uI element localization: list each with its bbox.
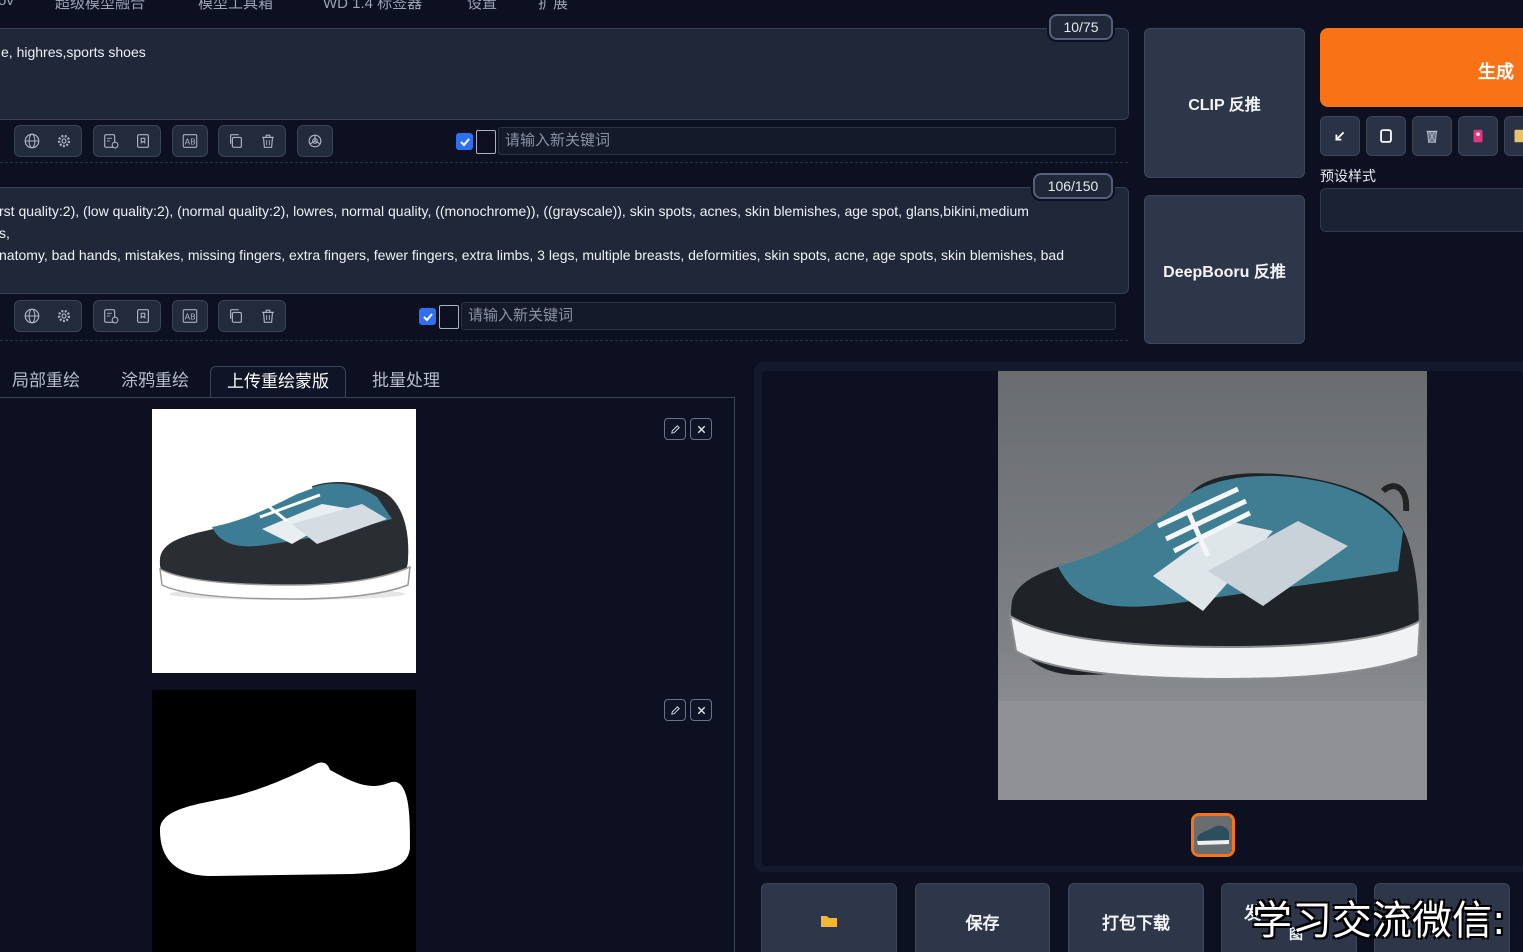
positive-prompt-toolbar: AB 请输入新关键词	[0, 125, 1128, 165]
prompt-divider	[0, 340, 1128, 341]
generated-image[interactable]	[998, 371, 1427, 800]
trash-can-icon[interactable]	[1412, 116, 1452, 156]
positive-token-counter: 10/75	[1049, 14, 1113, 40]
clipboard-icon[interactable]	[1504, 116, 1523, 156]
preset-style-dropdown[interactable]	[1320, 188, 1523, 232]
globe-gear-group	[14, 125, 82, 157]
ab-translate-icon[interactable]: AB	[172, 125, 208, 157]
positive-prompt-text: e, highres,sports shoes	[1, 44, 146, 60]
edit-pencil-icon[interactable]	[664, 699, 686, 721]
close-icon[interactable]	[690, 699, 712, 721]
negative-prompt-line: s,	[0, 225, 10, 241]
text-cursor-icon	[439, 305, 459, 329]
zip-download-button[interactable]: 打包下载	[1068, 883, 1204, 952]
preset-style-label: 预设样式	[1320, 168, 1376, 184]
trash-icon[interactable]	[252, 126, 284, 156]
svg-text:AB: AB	[185, 137, 196, 147]
tab-inpaint[interactable]: 局部重绘	[0, 366, 96, 398]
bookmark-icon[interactable]	[127, 126, 159, 156]
new-keyword-input[interactable]: 请输入新关键词	[498, 127, 1116, 155]
nav-tab-wd-tagger[interactable]: WD 1.4 标签器	[323, 0, 422, 13]
negative-prompt-input[interactable]: rst quality:2), (low quality:2), (normal…	[0, 187, 1129, 294]
watermark-text: 学习交流微信:	[1252, 898, 1506, 944]
generated-sneaker-image	[998, 371, 1427, 800]
square-icon[interactable]	[1366, 116, 1406, 156]
globe-gear-group	[14, 300, 82, 332]
negative-prompt-line: rst quality:2), (low quality:2), (normal…	[0, 203, 1029, 219]
prompt-divider	[0, 162, 1128, 163]
new-keyword-input[interactable]: 请输入新关键词	[461, 302, 1116, 330]
sneaker-image	[159, 482, 411, 600]
bookmark-icon[interactable]	[127, 301, 159, 331]
mask-image[interactable]	[152, 690, 416, 952]
top-nav: ov 超级模型融合 模型工具箱 WD 1.4 标签器 设置 扩展	[0, 0, 1523, 18]
nav-tab-supermerge[interactable]: 超级模型融合	[55, 0, 145, 13]
text-cursor-icon	[476, 130, 496, 154]
nav-tab-model-toolkit[interactable]: 模型工具箱	[198, 0, 273, 13]
close-icon[interactable]	[690, 418, 712, 440]
globe-icon[interactable]	[16, 126, 48, 156]
tab-inpaint-upload[interactable]: 上传重绘蒙版	[210, 366, 346, 398]
negative-token-counter: 106/150	[1033, 173, 1113, 199]
history-bookmark-group	[93, 300, 161, 332]
copy-trash-group	[218, 125, 286, 157]
list-clock-icon[interactable]	[95, 126, 127, 156]
open-folder-button[interactable]	[761, 883, 897, 952]
tab-inpaint-sketch[interactable]: 涂鸦重绘	[105, 366, 205, 398]
arrow-down-left-icon[interactable]	[1320, 116, 1360, 156]
keyword-checkbox[interactable]	[456, 133, 473, 150]
keyword-checkbox[interactable]	[419, 308, 436, 325]
style-card-icon[interactable]	[1458, 116, 1498, 156]
gallery-thumbnail[interactable]	[1191, 813, 1235, 857]
clip-interrogate-button[interactable]: CLIP 反推	[1144, 28, 1305, 178]
list-clock-icon[interactable]	[95, 301, 127, 331]
nav-tab[interactable]: ov	[0, 0, 14, 9]
generate-button[interactable]: 生成	[1320, 28, 1523, 107]
deepbooru-interrogate-button[interactable]: DeepBooru 反推	[1144, 195, 1305, 344]
copy-trash-group	[218, 300, 286, 332]
positive-prompt-input[interactable]: e, highres,sports shoes	[0, 28, 1129, 120]
tab-batch[interactable]: 批量处理	[356, 366, 456, 398]
folder-icon	[821, 916, 837, 927]
nav-tab-extensions[interactable]: 扩展	[538, 0, 568, 13]
save-button[interactable]: 保存	[915, 883, 1050, 952]
edit-pencil-icon[interactable]	[664, 418, 686, 440]
source-image[interactable]	[152, 409, 416, 673]
copy-icon[interactable]	[220, 301, 252, 331]
trash-icon[interactable]	[252, 301, 284, 331]
ab-translate-icon[interactable]: AB	[172, 300, 208, 332]
sneaker-mask-silhouette	[160, 762, 410, 876]
gear-icon[interactable]	[48, 301, 80, 331]
svg-text:AB: AB	[185, 312, 196, 322]
nav-tab-settings[interactable]: 设置	[467, 0, 497, 13]
copy-icon[interactable]	[220, 126, 252, 156]
negative-prompt-toolbar: AB 请输入新关键词	[0, 300, 1128, 340]
openai-icon[interactable]	[297, 125, 333, 157]
gear-icon[interactable]	[48, 126, 80, 156]
history-bookmark-group	[93, 125, 161, 157]
negative-prompt-line: natomy, bad hands, mistakes, missing fin…	[0, 247, 1064, 263]
globe-icon[interactable]	[16, 301, 48, 331]
